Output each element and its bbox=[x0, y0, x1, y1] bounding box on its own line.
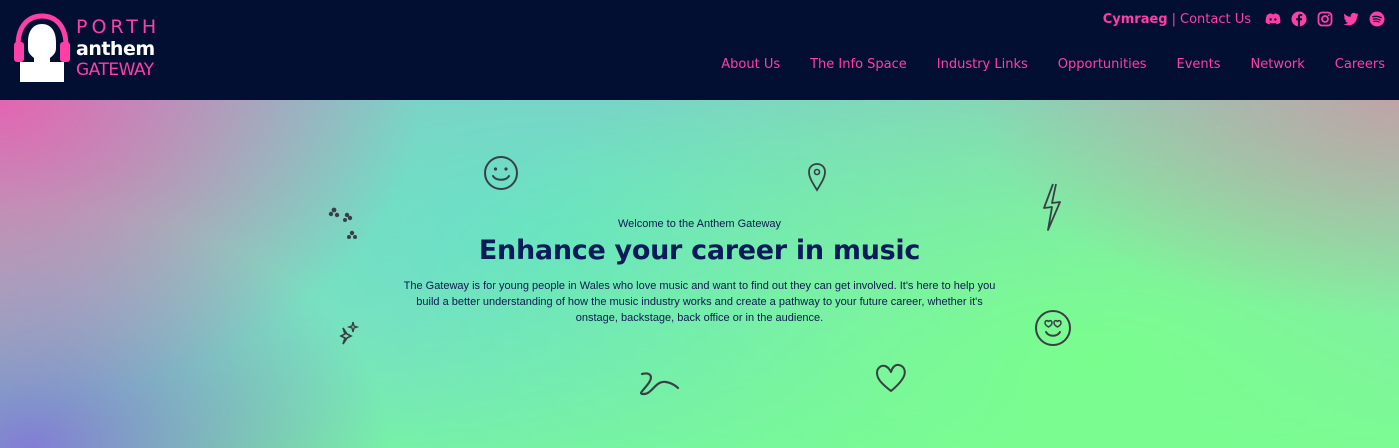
separator: | bbox=[1171, 11, 1176, 27]
nav-network[interactable]: Network bbox=[1251, 57, 1305, 72]
nav-about-us[interactable]: About Us bbox=[721, 57, 780, 72]
main-nav: About Us The Info Space Industry Links O… bbox=[721, 54, 1385, 74]
nav-info-space[interactable]: The Info Space bbox=[810, 57, 907, 72]
hero-section: Welcome to the Anthem Gateway Enhance yo… bbox=[0, 100, 1399, 448]
logo-gateway: GATEWAY bbox=[76, 60, 154, 80]
facebook-icon[interactable] bbox=[1291, 11, 1307, 27]
discord-icon[interactable] bbox=[1265, 11, 1281, 27]
site-header: PORTH anthem GATEWAY Cymraeg | Contact U… bbox=[0, 0, 1399, 100]
logo-porth: PORTH bbox=[76, 16, 161, 38]
utility-bar: Cymraeg | Contact Us bbox=[1103, 9, 1385, 29]
language-link[interactable]: Cymraeg bbox=[1103, 12, 1168, 27]
squiggle-icon bbox=[634, 368, 680, 398]
heart-icon bbox=[874, 362, 908, 394]
nav-industry-links[interactable]: Industry Links bbox=[937, 57, 1028, 72]
social-links bbox=[1265, 11, 1385, 27]
instagram-icon[interactable] bbox=[1317, 11, 1333, 27]
nav-events[interactable]: Events bbox=[1176, 57, 1220, 72]
nav-careers[interactable]: Careers bbox=[1335, 57, 1385, 72]
headphones-logo-icon bbox=[14, 13, 70, 82]
logo-anthem: anthem bbox=[76, 38, 155, 60]
logo[interactable]: PORTH anthem GATEWAY bbox=[12, 12, 172, 88]
spotify-icon[interactable] bbox=[1369, 11, 1385, 27]
contact-us-link[interactable]: Contact Us bbox=[1180, 12, 1251, 27]
nav-opportunities[interactable]: Opportunities bbox=[1058, 57, 1147, 72]
smiley-icon bbox=[482, 154, 520, 192]
location-pin-icon bbox=[806, 162, 828, 192]
hero-eyebrow: Welcome to the Anthem Gateway bbox=[617, 218, 782, 230]
hero-content: Welcome to the Anthem Gateway Enhance yo… bbox=[0, 218, 1399, 326]
twitter-icon[interactable] bbox=[1343, 11, 1359, 27]
hero-title: Enhance your career in music bbox=[478, 235, 921, 266]
hero-description: The Gateway is for young people in Wales… bbox=[403, 280, 996, 324]
logo-text: PORTH anthem GATEWAY bbox=[76, 18, 160, 82]
